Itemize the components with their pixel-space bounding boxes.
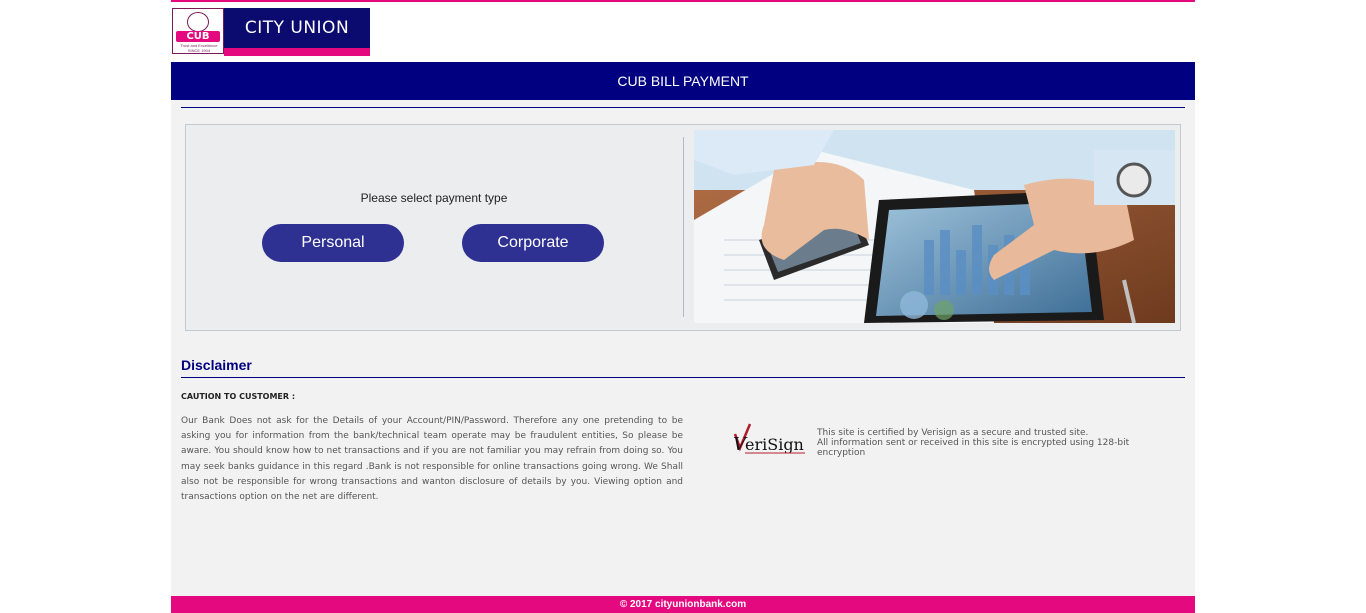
- payment-type-prompt: Please select payment type: [360, 191, 508, 205]
- svg-text:eriSign: eriSign: [745, 435, 804, 454]
- disclaimer-text: Our Bank Does not ask for the Details of…: [181, 416, 683, 503]
- verisign-certification-text: This site is certified by Verisign as a …: [817, 428, 1130, 458]
- personal-button[interactable]: Personal: [262, 224, 404, 262]
- payment-type-panel: Please select payment type Personal Corp…: [185, 124, 1181, 331]
- divider: [181, 107, 1185, 108]
- vertical-divider: [683, 137, 684, 317]
- disclaimer-heading: Disclaimer: [181, 357, 252, 373]
- bank-logo[interactable]: CUB Trust and Excellence SINCE 1904 CITY…: [172, 8, 370, 78]
- hero-image: [694, 130, 1175, 323]
- page: CUB Trust and Excellence SINCE 1904 CITY…: [171, 0, 1195, 613]
- divider: [181, 377, 1185, 378]
- verisign-logo-icon[interactable]: V eriSign: [729, 422, 809, 462]
- corporate-button[interactable]: Corporate: [462, 224, 604, 262]
- bank-name: CITY UNION BANK: [224, 8, 370, 78]
- main-content: Please select payment type Personal Corp…: [171, 100, 1195, 596]
- caution-heading: CAUTION TO CUSTOMER :: [181, 392, 296, 401]
- top-accent-line: [171, 0, 1195, 2]
- cub-emblem-icon: CUB Trust and Excellence SINCE 1904: [172, 8, 224, 54]
- page-title: CUB BILL PAYMENT: [171, 62, 1195, 100]
- footer-copyright: © 2017 cityunionbank.com: [171, 596, 1195, 613]
